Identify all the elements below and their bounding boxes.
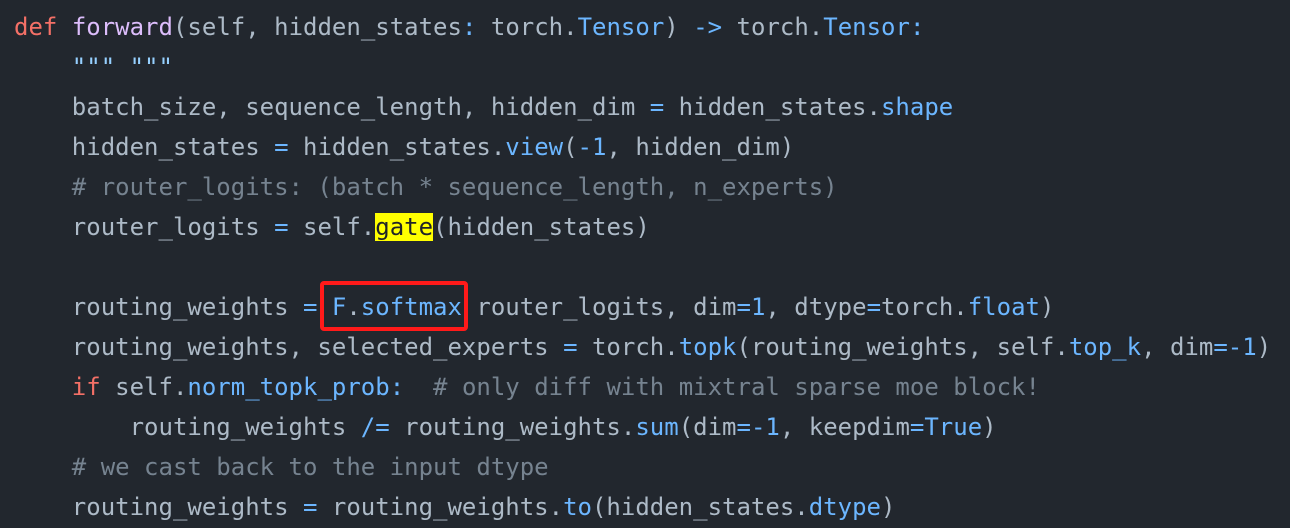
- code-line-1: def forward(self, hidden_states: torch.T…: [14, 13, 925, 41]
- highlighted-gate-token: gate: [375, 213, 434, 241]
- code-line-7: routing_weights = F.softmax router_logit…: [71, 293, 1055, 321]
- code-line-12: routing_weights = routing_weights.to(hid…: [71, 493, 896, 521]
- code-line-2: """ """: [14, 47, 173, 87]
- keyword-def: def: [14, 13, 58, 41]
- code-line-3: batch_size, sequence_length, hidden_dim …: [71, 93, 954, 121]
- code-line-6: router_logits = self.gate(hidden_states): [71, 213, 650, 241]
- docstring: """ """: [71, 53, 173, 81]
- comment: # router_logits: (batch * sequence_lengt…: [71, 173, 838, 201]
- code-line-4: hidden_states = hidden_states.view(-1, h…: [71, 133, 795, 161]
- comment: # only diff with mixtral sparse moe bloc…: [404, 373, 1040, 401]
- comment: # we cast back to the input dtype: [71, 453, 549, 481]
- code-line-8: routing_weights, selected_experts = torc…: [71, 333, 1272, 361]
- softmax-highlight-box: [320, 281, 468, 331]
- function-name: forward: [71, 13, 173, 41]
- code-line-5: # router_logits: (batch * sequence_lengt…: [14, 167, 838, 207]
- code-line-11: # we cast back to the input dtype: [14, 447, 549, 487]
- code-line-9: if self.norm_topk_prob: # only diff with…: [71, 373, 1040, 401]
- return-arrow: ->: [693, 13, 723, 41]
- code-line-10: routing_weights /= routing_weights.sum(d…: [129, 413, 997, 441]
- keyword-if: if: [71, 373, 101, 401]
- code-editor[interactable]: def forward(self, hidden_states: torch.T…: [0, 0, 1290, 528]
